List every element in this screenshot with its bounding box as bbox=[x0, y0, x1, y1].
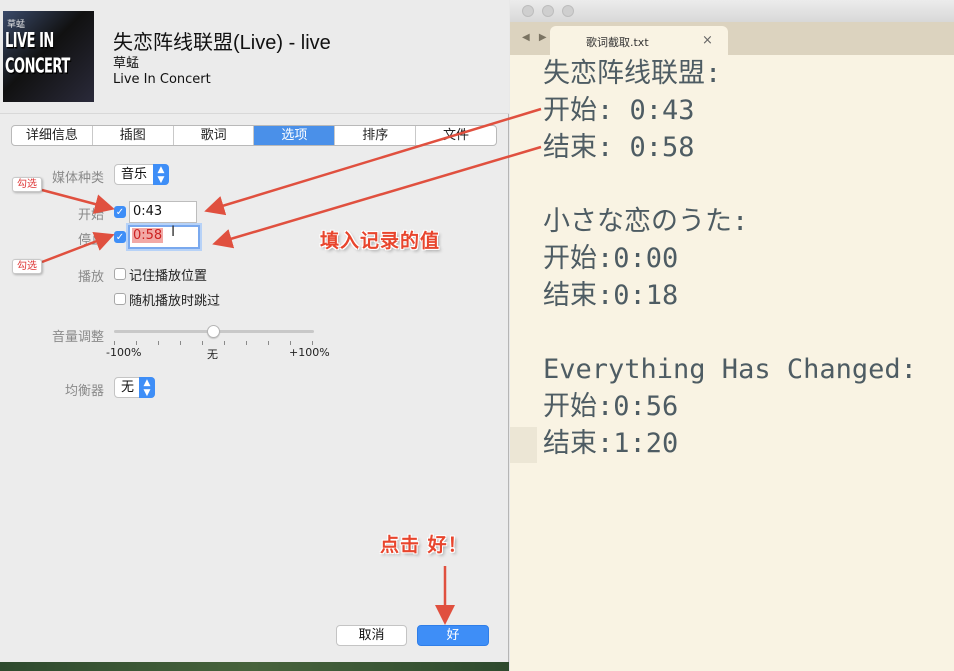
text-line: 小さな恋のうた: bbox=[543, 206, 749, 237]
text-line: 开始: 0:43 bbox=[543, 95, 695, 126]
text-line: 结束:0:18 bbox=[543, 280, 679, 311]
volume-tick bbox=[246, 341, 247, 345]
cover-logo-text: LIVE IN CONCERT bbox=[5, 29, 70, 79]
fill-values-annotation: 填入记录的值 bbox=[320, 230, 441, 252]
text-line: 开始:0:56 bbox=[543, 391, 679, 422]
tab-lyrics[interactable]: 歌词 bbox=[174, 126, 255, 145]
song-title: 失恋阵线联盟(Live) - live bbox=[113, 32, 331, 54]
remember-position-label: 记住播放位置 bbox=[129, 269, 208, 284]
editor-text-area[interactable]: 失恋阵线联盟: 开始: 0:43 结束: 0:58 小さな恋のうた: 开始:0:… bbox=[543, 55, 917, 462]
start-time-input[interactable]: 0:43 bbox=[129, 201, 197, 223]
volume-tick bbox=[180, 341, 181, 345]
info-tabs: 详细信息 插图 歌词 选项 排序 文件 bbox=[11, 125, 497, 146]
skip-shuffle-checkbox[interactable] bbox=[114, 293, 126, 305]
desktop-background-strip bbox=[0, 662, 509, 671]
equalizer-value: 无 bbox=[121, 380, 135, 395]
album-cover: 草蜢 LIVE IN CONCERT bbox=[3, 11, 94, 102]
click-ok-annotation: 点击 好！ bbox=[380, 534, 468, 556]
stop-label: 停止 bbox=[77, 233, 104, 248]
cancel-button[interactable]: 取消 bbox=[336, 625, 407, 646]
ok-button[interactable]: 好 bbox=[417, 625, 489, 646]
stop-time-input[interactable]: 0:58 bbox=[128, 225, 200, 249]
stop-time-selected-text: 0:58 bbox=[132, 228, 164, 243]
text-line bbox=[543, 314, 917, 351]
start-checkbox[interactable]: ✓ bbox=[114, 206, 126, 218]
text-line: 开始:0:00 bbox=[543, 243, 679, 274]
tab-file[interactable]: 文件 bbox=[416, 126, 496, 145]
skip-shuffle-label: 随机播放时跳过 bbox=[129, 294, 221, 309]
cover-artist-text: 草蜢 bbox=[7, 20, 26, 30]
text-line: 失恋阵线联盟: bbox=[543, 58, 722, 89]
stop-checkbox[interactable]: ✓ bbox=[114, 231, 126, 243]
chevron-updown-icon: ▲ ▼ bbox=[153, 164, 169, 185]
media-kind-value: 音乐 bbox=[121, 167, 148, 182]
current-line-gutter bbox=[510, 427, 537, 463]
tab-options[interactable]: 选项 bbox=[254, 126, 336, 145]
tab-nav-arrows-icon[interactable]: ◀ ▶ bbox=[522, 32, 550, 43]
editor-tab-title: 歌词截取.txt bbox=[586, 36, 649, 49]
text-cursor-icon: I bbox=[171, 224, 176, 240]
media-kind-label: 媒体种类 bbox=[51, 171, 104, 186]
song-album: Live In Concert bbox=[113, 72, 211, 87]
volume-label: 音量调整 bbox=[51, 330, 104, 345]
editor-titlebar bbox=[510, 0, 954, 22]
text-line bbox=[543, 166, 917, 203]
dialog-header: 草蜢 LIVE IN CONCERT 失恋阵线联盟(Live) - live 草… bbox=[0, 0, 509, 114]
song-artist: 草蜢 bbox=[113, 56, 140, 71]
chevron-updown-icon: ▲ ▼ bbox=[139, 377, 155, 398]
close-tab-icon[interactable]: × bbox=[702, 33, 713, 48]
start-label: 开始 bbox=[77, 208, 104, 223]
volume-slider-knob[interactable] bbox=[207, 325, 220, 338]
volume-tick bbox=[136, 341, 137, 345]
volume-mid-label: 无 bbox=[207, 348, 218, 361]
volume-tick bbox=[158, 341, 159, 345]
volume-tick bbox=[224, 341, 225, 345]
text-line: Everything Has Changed: bbox=[543, 354, 917, 385]
text-editor-window: ◀ ▶ 歌词截取.txt × 失恋阵线联盟: 开始: 0:43 结束: 0:58… bbox=[510, 0, 954, 671]
equalizer-label: 均衡器 bbox=[64, 384, 104, 399]
media-kind-select[interactable]: 音乐 ▲ ▼ bbox=[114, 164, 169, 185]
remember-position-checkbox[interactable] bbox=[114, 268, 126, 280]
volume-tick bbox=[290, 341, 291, 345]
editor-file-tab[interactable]: 歌词截取.txt × bbox=[550, 26, 728, 55]
tab-details[interactable]: 详细信息 bbox=[12, 126, 93, 145]
tab-artwork[interactable]: 插图 bbox=[93, 126, 174, 145]
volume-tick bbox=[268, 341, 269, 345]
tab-sorting[interactable]: 排序 bbox=[335, 126, 417, 145]
equalizer-select[interactable]: 无 ▲ ▼ bbox=[114, 377, 155, 398]
volume-min-label: -100% bbox=[106, 346, 142, 359]
text-line: 结束:1:20 bbox=[543, 428, 679, 459]
close-window-button[interactable] bbox=[522, 5, 534, 17]
editor-tabbar: ◀ ▶ 歌词截取.txt × bbox=[510, 22, 954, 55]
zoom-window-button[interactable] bbox=[562, 5, 574, 17]
volume-max-label: +100% bbox=[289, 346, 330, 359]
volume-tick bbox=[312, 341, 313, 345]
volume-tick bbox=[202, 341, 203, 345]
check-tag-2: 勾选 bbox=[12, 259, 42, 274]
check-tag-1: 勾选 bbox=[12, 177, 42, 192]
text-line: 结束: 0:58 bbox=[543, 132, 695, 163]
get-info-dialog: 草蜢 LIVE IN CONCERT 失恋阵线联盟(Live) - live 草… bbox=[0, 0, 509, 671]
playback-label: 播放 bbox=[77, 270, 104, 285]
minimize-window-button[interactable] bbox=[542, 5, 554, 17]
volume-tick bbox=[114, 341, 115, 345]
